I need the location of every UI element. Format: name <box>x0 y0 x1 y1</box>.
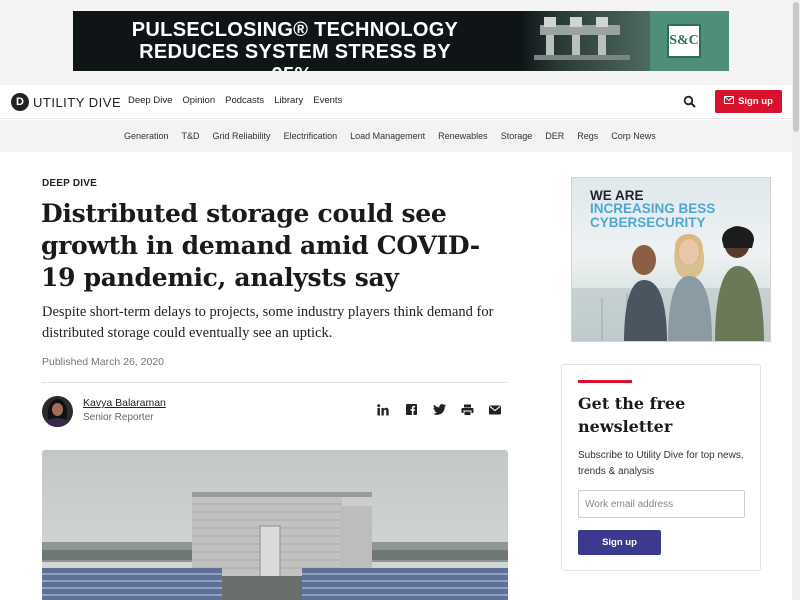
topic-load-management[interactable]: Load Management <box>350 131 425 141</box>
logo-mark-icon: D <box>11 93 29 111</box>
nav-link-opinion[interactable]: Opinion <box>182 95 215 106</box>
print-icon[interactable] <box>460 403 474 416</box>
article-dek: Despite short-term delays to projects, s… <box>42 304 494 341</box>
envelope-icon <box>724 96 735 107</box>
author-avatar <box>42 396 73 427</box>
newsletter-signup-button[interactable]: Sign up <box>578 530 661 555</box>
search-icon[interactable] <box>683 95 697 109</box>
nav-link-deep-dive[interactable]: Deep Dive <box>128 95 172 106</box>
newsletter-card: Get the free newsletter Subscribe to Uti… <box>561 364 761 571</box>
nav-link-library[interactable]: Library <box>274 95 303 106</box>
nav-link-podcasts[interactable]: Podcasts <box>225 95 264 106</box>
page-scrollbar[interactable] <box>792 0 800 600</box>
sidebar-ad-illustration <box>572 226 770 341</box>
article-kicker[interactable]: DEEP DIVE <box>42 178 97 189</box>
email-icon[interactable] <box>488 403 502 416</box>
newsletter-title: Get the free newsletter <box>578 394 686 436</box>
topic-renewables[interactable]: Renewables <box>438 131 488 141</box>
topic-storage[interactable]: Storage <box>501 131 533 141</box>
logo-text: UTILITY DIVE <box>33 94 122 110</box>
top-ad-band: PULSECLOSING® TECHNOLOGY REDUCES SYSTEM … <box>0 0 792 85</box>
main-nav: D UTILITY DIVE Deep Dive Opinion Podcast… <box>0 85 792 119</box>
topic-corp-news[interactable]: Corp News <box>611 131 656 141</box>
ad-headline-line1: PULSECLOSING® TECHNOLOGY <box>131 19 459 41</box>
author-role: Senior Reporter <box>83 412 154 423</box>
topic-nav: Generation T&D Grid Reliability Electrif… <box>0 120 792 152</box>
header-signup-button[interactable]: Sign up <box>715 90 782 113</box>
top-ad-banner[interactable]: PULSECLOSING® TECHNOLOGY REDUCES SYSTEM … <box>73 11 729 71</box>
ad-headline-line2: REDUCES SYSTEM STRESS BY 95%. <box>139 41 451 71</box>
sidebar-ad[interactable]: WE ARE INCREASING BESS CYBERSECURITY <box>571 177 771 342</box>
ad-logo-area: S&C <box>650 11 729 71</box>
header-signup-label: Sign up <box>738 96 773 107</box>
topic-der[interactable]: DER <box>545 131 564 141</box>
site-logo[interactable]: D UTILITY DIVE <box>11 93 121 111</box>
topic-generation[interactable]: Generation <box>124 131 169 141</box>
nav-link-events[interactable]: Events <box>313 95 342 106</box>
linkedin-icon[interactable] <box>376 403 390 416</box>
newsletter-email-input[interactable] <box>578 490 745 518</box>
nav-links: Deep Dive Opinion Podcasts Library Event… <box>128 95 342 106</box>
newsletter-accent-bar <box>578 380 632 383</box>
topic-td[interactable]: T&D <box>182 131 200 141</box>
byline-divider <box>42 382 508 383</box>
twitter-icon[interactable] <box>432 403 446 416</box>
newsletter-description: Subscribe to Utility Dive for top news, … <box>578 450 744 477</box>
topic-links: Generation T&D Grid Reliability Electrif… <box>124 131 656 141</box>
scrollbar-thumb[interactable] <box>793 2 799 132</box>
author-name-link[interactable]: Kavya Balaraman <box>83 397 166 409</box>
article-headline: Distributed storage could see growth in … <box>41 199 480 292</box>
topic-electrification[interactable]: Electrification <box>284 131 338 141</box>
share-toolbar <box>376 403 502 416</box>
facebook-icon[interactable] <box>404 403 418 416</box>
sc-logo: S&C <box>667 24 701 58</box>
ad-equipment-image <box>520 11 650 71</box>
topic-grid-reliability[interactable]: Grid Reliability <box>213 131 271 141</box>
topic-regs[interactable]: Regs <box>577 131 598 141</box>
article-hero-image <box>42 450 508 600</box>
publish-date: Published March 26, 2020 <box>42 356 164 368</box>
